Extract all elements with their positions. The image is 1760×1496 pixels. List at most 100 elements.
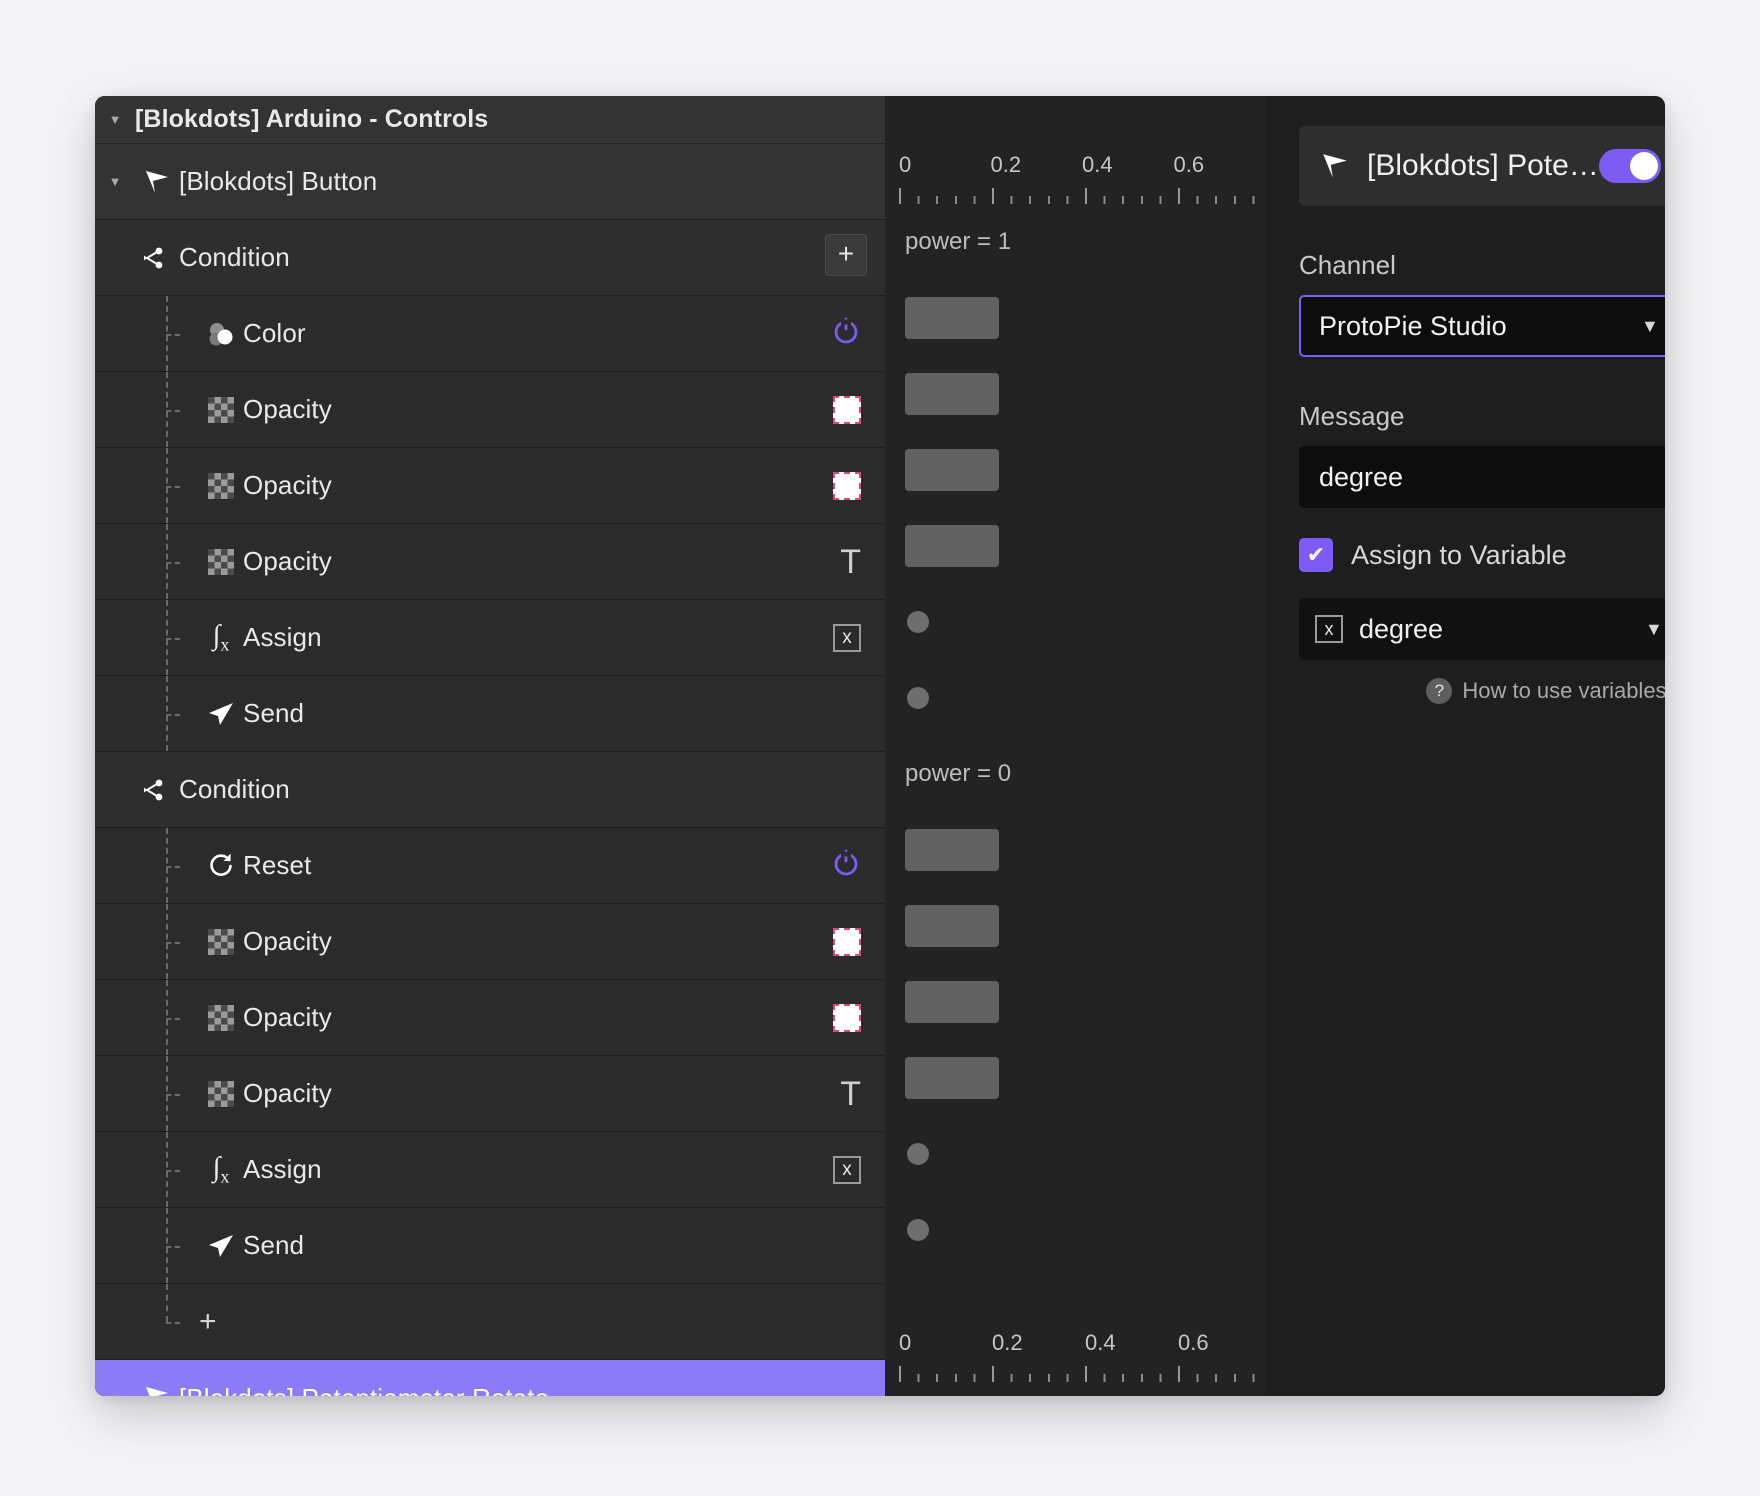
tree-row[interactable]: · Opacity: [95, 904, 885, 980]
row-trailing[interactable]: [833, 1003, 875, 1032]
tree-row[interactable]: · Opacity: [95, 372, 885, 448]
window-title-row[interactable]: ▼ [Blokdots] Arduino - Controls: [95, 96, 885, 144]
timeline-keyframe-dot[interactable]: [907, 1143, 929, 1165]
timeline-keyframe-dot[interactable]: [907, 1219, 929, 1241]
tree-row[interactable]: · Condition: [95, 752, 885, 828]
layer-target-icon[interactable]: [833, 471, 861, 500]
add-response-label[interactable]: +: [199, 1305, 217, 1339]
tree-row[interactable]: · Opacity: [95, 980, 885, 1056]
tree-row[interactable]: · Reset: [95, 828, 885, 904]
color-icon: [199, 320, 243, 348]
variable-icon: x: [1315, 615, 1343, 643]
chevron-down-icon[interactable]: ▼: [1641, 316, 1659, 337]
tree-row[interactable]: · Send: [95, 1208, 885, 1284]
layer-tree-panel: ▼ [Blokdots] Arduino - Controls ▼ [Blokd…: [95, 96, 885, 1396]
timeline-panel[interactable]: 0 0.2 0.4 0.6 power = 1 power = 0 0 0.2 0.4 0.6: [885, 96, 1265, 1396]
timeline-keyframe-dot[interactable]: [907, 611, 929, 633]
tree-row[interactable]: · Send: [95, 676, 885, 752]
message-input[interactable]: degree: [1299, 446, 1665, 508]
spacer: ·: [95, 1086, 135, 1101]
timeline-row[interactable]: [885, 1040, 1265, 1116]
indent-rail: [135, 524, 199, 599]
tree-group-row[interactable]: ▼ [Blokdots] Button: [95, 144, 885, 220]
row-trailing[interactable]: x: [833, 1155, 875, 1184]
spacer: ·: [95, 250, 135, 265]
layer-target-icon[interactable]: [833, 927, 861, 956]
add-response-button[interactable]: +: [825, 234, 867, 276]
layer-target-icon[interactable]: [833, 395, 861, 424]
tree-row[interactable]: · ∫x Assign x: [95, 600, 885, 676]
message-label: Message: [1299, 401, 1405, 431]
message-value: degree: [1319, 461, 1404, 492]
row-trailing[interactable]: [833, 927, 875, 956]
condition-icon: [135, 245, 179, 271]
tree-row[interactable]: · Opacity T: [95, 1056, 885, 1132]
assign-to-variable-checkbox[interactable]: ✔: [1299, 538, 1333, 572]
timeline-row[interactable]: power = 1: [885, 204, 1265, 280]
timeline-row[interactable]: [885, 280, 1265, 356]
timeline-row[interactable]: [885, 1192, 1265, 1268]
timeline-row[interactable]: [885, 964, 1265, 1040]
selected-collapse-triangle-icon[interactable]: ▼: [95, 1391, 135, 1397]
timeline-row[interactable]: [885, 508, 1265, 584]
channel-select[interactable]: ProtoPie Studio ▼: [1299, 295, 1665, 357]
row-trailing[interactable]: x: [833, 623, 875, 652]
timeline-row[interactable]: [885, 584, 1265, 660]
protopie-window: ▼ [Blokdots] Arduino - Controls ▼ [Blokd…: [95, 96, 1665, 1396]
timeline-row[interactable]: [885, 1116, 1265, 1192]
tree-selected-row[interactable]: ▼ [Blokdots] Potentiometer Rotate: [95, 1360, 885, 1396]
row-trailing[interactable]: T: [840, 545, 875, 579]
row-trailing[interactable]: [833, 471, 875, 500]
inspector-header[interactable]: [Blokdots] Pote…: [1299, 126, 1665, 206]
spacer: ·: [95, 706, 135, 721]
timeline-row[interactable]: [885, 812, 1265, 888]
layer-target-icon[interactable]: [833, 1003, 861, 1032]
timeline-keyframe-dot[interactable]: [907, 687, 929, 709]
text-layer-target-icon[interactable]: T: [840, 545, 861, 579]
row-trailing[interactable]: [831, 316, 875, 351]
tree-row[interactable]: · Color: [95, 296, 885, 372]
timeline-row[interactable]: power = 0: [885, 736, 1265, 812]
tree-row[interactable]: · ∫x Assign x: [95, 1132, 885, 1208]
tree-row-label: Opacity: [243, 470, 332, 500]
power-target-icon[interactable]: [831, 848, 861, 883]
enable-toggle[interactable]: [1598, 149, 1661, 183]
timeline-row[interactable]: [885, 660, 1265, 736]
tree-add-row[interactable]: · +: [95, 1284, 885, 1360]
group-collapse-triangle-icon[interactable]: ▼: [95, 174, 135, 189]
variable-target-icon[interactable]: x: [833, 623, 861, 652]
tree-row[interactable]: · Condition +: [95, 220, 885, 296]
timeline-bar[interactable]: [905, 905, 999, 947]
timeline-bar[interactable]: [905, 373, 999, 415]
timeline-row[interactable]: [885, 432, 1265, 508]
timeline-row[interactable]: [885, 356, 1265, 432]
timeline-bar[interactable]: [905, 981, 999, 1023]
send-icon: [199, 1232, 243, 1260]
variable-target-icon[interactable]: x: [833, 1155, 861, 1184]
how-to-use-variables-link[interactable]: ? How to use variables?: [1299, 678, 1665, 704]
timeline-bar[interactable]: [905, 829, 999, 871]
ruler-tick-label: 0: [899, 1330, 912, 1355]
timeline-row[interactable]: [885, 888, 1265, 964]
ruler-bottom-ticks: [899, 1364, 1259, 1382]
timeline-bar[interactable]: [905, 1057, 999, 1099]
timeline-condition-label: power = 0: [905, 760, 1012, 787]
tree-row[interactable]: · Opacity T: [95, 524, 885, 600]
tree-row-label: Assign: [243, 622, 322, 652]
text-layer-target-icon[interactable]: T: [840, 1077, 861, 1111]
collapse-triangle-icon[interactable]: ▼: [95, 112, 135, 127]
row-trailing[interactable]: T: [840, 1077, 875, 1111]
timeline-bar[interactable]: [905, 297, 999, 339]
power-target-icon[interactable]: [831, 316, 861, 351]
tree-row[interactable]: · Opacity: [95, 448, 885, 524]
indent-rail: [135, 372, 199, 447]
condition-icon: [135, 777, 179, 803]
row-trailing[interactable]: [831, 848, 875, 883]
timeline-bar[interactable]: [905, 449, 999, 491]
assign-to-variable-row[interactable]: ✔ Assign to Variable: [1299, 538, 1665, 572]
variable-select[interactable]: x degree ▼: [1299, 598, 1665, 660]
row-trailing[interactable]: [833, 395, 875, 424]
chevron-down-icon[interactable]: ▼: [1645, 619, 1663, 640]
timeline-bar[interactable]: [905, 525, 999, 567]
tree-row-label: Assign: [243, 1154, 322, 1184]
